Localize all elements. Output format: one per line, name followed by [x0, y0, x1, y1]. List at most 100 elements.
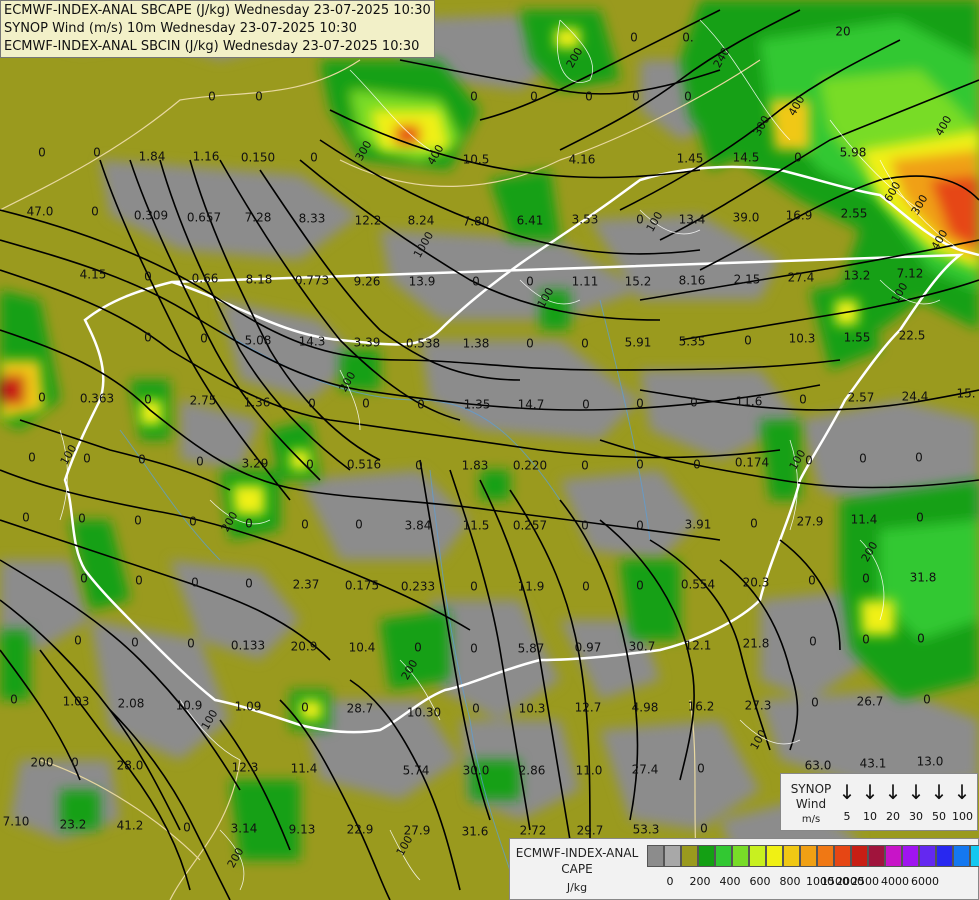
cin-value-label: 39.0 — [733, 211, 760, 225]
cin-value-label: 9.13 — [289, 823, 316, 837]
cape-scale-tick: 800 — [779, 875, 801, 888]
cin-value-label: 47.0 — [27, 205, 54, 219]
cape-scale-tick: 0 — [666, 875, 674, 888]
cin-value-label: 12.7 — [575, 701, 602, 715]
cin-value-label: 0 — [700, 822, 708, 836]
cin-value-label: 3.84 — [405, 519, 432, 533]
cin-value-label: 0 — [794, 151, 802, 165]
wind-legend: SYNOP Wind m/s ↓ 5 ↓ 10 ↓ 20 ↓ 30 ↓ 50 ↓ 100 — [780, 773, 978, 831]
cin-value-label: 16.9 — [786, 209, 813, 223]
wind-legend-unit: m/s — [801, 814, 821, 825]
cin-value-label: 0 — [693, 458, 701, 472]
cin-value-label: 5.08 — [245, 334, 272, 348]
cin-value-label: 0 — [923, 693, 931, 707]
cin-value-label: 27.9 — [797, 515, 824, 529]
cin-value-label: 0 — [530, 90, 538, 104]
cape-color-swatch — [664, 845, 681, 867]
cin-value-label: 21.8 — [743, 637, 770, 651]
cin-value-label: 11.0 — [576, 764, 603, 778]
cin-value-label: 11.5 — [463, 519, 490, 533]
cape-color-swatch — [817, 845, 834, 867]
cin-value-label: 13.9 — [409, 275, 436, 289]
cape-scale-tick: 2500 — [851, 875, 879, 888]
cin-value-label: 0 — [93, 146, 101, 160]
cape-color-swatch — [953, 845, 970, 867]
cin-value-label: 23.2 — [60, 818, 87, 832]
cin-value-label: 0 — [744, 334, 752, 348]
cin-value-label: 2.75 — [190, 394, 217, 408]
cin-value-label: 0. — [682, 31, 693, 45]
cin-value-label: 8.33 — [299, 212, 326, 226]
cin-value-label: 1.35 — [464, 398, 491, 412]
cin-value-label: 0 — [74, 634, 82, 648]
cape-color-swatch — [851, 845, 868, 867]
down-arrow-icon: ↓ — [907, 780, 925, 804]
cin-value-label: 13.0 — [917, 755, 944, 769]
cin-value-label: 20.3 — [743, 576, 770, 590]
cin-value-label: 0 — [414, 641, 422, 655]
cin-value-label: 2.37 — [293, 578, 320, 592]
cape-color-swatch — [647, 845, 664, 867]
cin-value-label: 30.0 — [463, 764, 490, 778]
cin-value-label: 0 — [581, 519, 589, 533]
cin-value-label: 3.29 — [242, 457, 269, 471]
cin-value-label: 2.57 — [848, 391, 875, 405]
cin-value-label: 0 — [809, 635, 817, 649]
cin-value-label: 53.3 — [633, 823, 660, 837]
cin-value-label: 41.2 — [117, 819, 144, 833]
title-wind: SYNOP Wind (m/s) 10m Wednesday 23-07-202… — [4, 21, 357, 36]
cin-value-label: 0 — [38, 146, 46, 160]
cin-value-label: 0.554 — [681, 578, 715, 592]
cape-color-swatch — [919, 845, 936, 867]
cin-value-label: 20 — [835, 25, 850, 39]
cin-value-label: 0 — [135, 574, 143, 588]
cin-value-label: 1.03 — [63, 695, 90, 709]
cin-value-label: 0 — [200, 332, 208, 346]
cape-scale-tick: 600 — [749, 875, 771, 888]
cin-value-label: 11.9 — [518, 580, 545, 594]
cin-value-label: 31.6 — [462, 825, 489, 839]
cin-value-label: 26.7 — [857, 695, 884, 709]
cape-color-swatch — [732, 845, 749, 867]
wind-legend-value: 30 — [909, 810, 923, 823]
cin-value-label: 0 — [862, 572, 870, 586]
cin-value-label: 0 — [581, 337, 589, 351]
cin-value-label: 8.16 — [679, 274, 706, 288]
cin-value-label: 0 — [189, 515, 197, 529]
cin-value-label: 22.5 — [899, 329, 926, 343]
cin-value-label: 2.55 — [841, 207, 868, 221]
wind-legend-value: 100 — [952, 810, 973, 823]
cin-value-label: 0 — [917, 632, 925, 646]
cin-value-label: 0 — [636, 458, 644, 472]
cin-value-label: 1.16 — [193, 150, 220, 164]
down-arrow-icon: ↓ — [953, 780, 971, 804]
cin-value-label: 63.0 — [805, 759, 832, 773]
cape-color-swatch — [868, 845, 885, 867]
cin-value-label: 0 — [245, 517, 253, 531]
wind-legend-value: 20 — [886, 810, 900, 823]
cin-value-label: 0.257 — [513, 519, 547, 533]
cape-color-swatch — [681, 845, 698, 867]
cin-value-label: 0 — [526, 337, 534, 351]
cin-value-label: 13.4 — [679, 213, 706, 227]
cin-value-label: 0 — [915, 451, 923, 465]
cin-value-label: 0 — [630, 31, 638, 45]
cin-value-label: 0 — [585, 90, 593, 104]
cin-value-label: 7.28 — [245, 211, 272, 225]
cin-value-label: 0.220 — [513, 459, 547, 473]
cin-value-label: 2.72 — [520, 824, 547, 838]
cin-value-label: 10.3 — [519, 702, 546, 716]
cin-value-label: 0 — [916, 511, 924, 525]
title-cin: ECMWF-INDEX-ANAL SBCIN (J/kg) Wednesday … — [4, 39, 420, 54]
cin-value-label: 14.5 — [733, 151, 760, 165]
down-arrow-icon: ↓ — [930, 780, 948, 804]
cape-wind-map[interactable]: 0000.200000000001.841.160.150010.54.161.… — [0, 0, 979, 900]
cin-value-label: 0 — [859, 452, 867, 466]
cin-value-label: 1.38 — [463, 337, 490, 351]
cin-value-label: 3.14 — [231, 822, 258, 836]
cape-color-swatch — [936, 845, 953, 867]
cin-value-label: 3.53 — [572, 213, 599, 227]
down-arrow-icon: ↓ — [861, 780, 879, 804]
cin-value-label: 15.2 — [625, 275, 652, 289]
cin-value-label: 14.7 — [518, 398, 545, 412]
